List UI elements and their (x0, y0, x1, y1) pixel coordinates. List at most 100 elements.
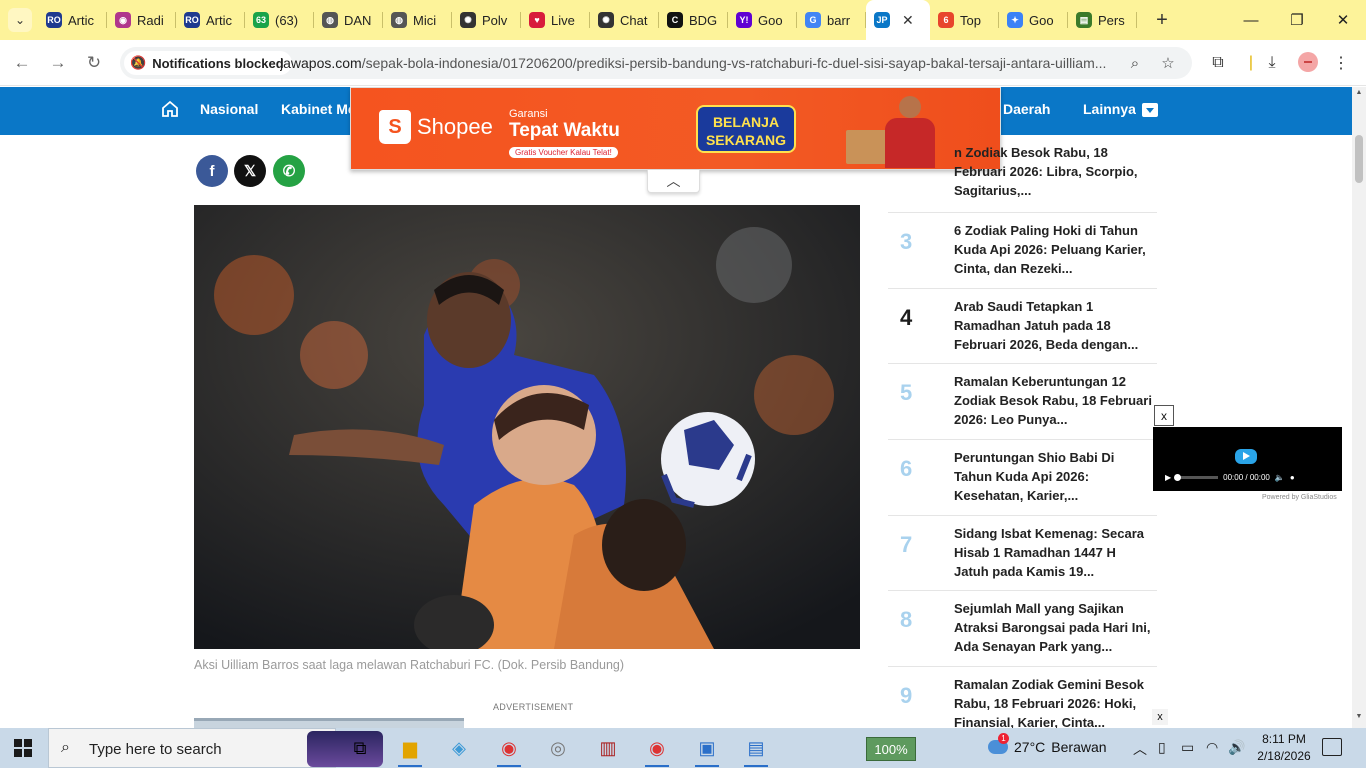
trending-title[interactable]: Sidang Isbat Kemenag: Secara Hisab 1 Ram… (954, 524, 1152, 581)
video-progress-bar[interactable] (1174, 473, 1219, 481)
clock[interactable]: 8:11 PM 2/18/2026 (1256, 731, 1312, 765)
notification-center-icon[interactable] (1322, 738, 1342, 756)
extensions-icon[interactable]: ⧉ (1207, 52, 1229, 74)
ad-cta-button[interactable]: BELANJA SEKARANG (696, 105, 796, 153)
photos-icon[interactable]: ▣ (689, 732, 725, 767)
trending-title[interactable]: Sejumlah Mall yang Sajikan Atraksi Baron… (954, 599, 1152, 656)
browser-tab[interactable]: ▤ Pers (1068, 0, 1137, 40)
trending-item[interactable]: 7 Sidang Isbat Kemenag: Secara Hisab 1 Ra… (888, 516, 1157, 592)
trending-item[interactable]: 3 6 Zodiak Paling Hoki di Tahun Kuda Api … (888, 213, 1157, 289)
notifications-blocked-chip[interactable]: 🔕 Notifications blocked (124, 51, 292, 75)
zoom-level[interactable]: 100% (866, 737, 916, 761)
ad-slot[interactable] (194, 718, 464, 728)
search-icon: ⌕ (61, 739, 70, 756)
mute-icon[interactable]: 🔈 (1275, 473, 1285, 482)
page-scrollbar[interactable]: ▲ ▼ (1352, 87, 1366, 728)
task-view-icon[interactable]: ⧉ (342, 732, 378, 764)
video-close-button[interactable]: x (1154, 405, 1174, 426)
browser-tab[interactable]: C BDG (659, 0, 728, 40)
ad-close-button[interactable]: x (1152, 709, 1168, 725)
browser-tab[interactable]: ✺ Chat (590, 0, 659, 40)
browser-tab[interactable]: RO Artic (38, 0, 107, 40)
trending-title[interactable]: Ramalan Keberuntungan 12 Zodiak Besok Ra… (954, 372, 1152, 429)
browser-tab[interactable]: ◉ Radi (107, 0, 176, 40)
address-bar[interactable]: 🔕 Notifications blocked jawapos.com/sepa… (120, 47, 1192, 79)
chevron-up-icon[interactable]: ︿ (1133, 739, 1147, 759)
home-icon[interactable] (161, 100, 179, 118)
tab-search-button[interactable]: ⌄ (8, 8, 32, 32)
nav-nasional[interactable]: Nasional (200, 101, 258, 117)
zoom-icon[interactable]: ⌕ (1125, 53, 1145, 73)
trending-title[interactable]: Arab Saudi Tetapkan 1 Ramadhan Jatuh pad… (954, 297, 1152, 354)
restore-button[interactable]: ❐ (1274, 0, 1320, 40)
browser-tab[interactable]: ◍ Mici (383, 0, 452, 40)
browser-tab[interactable]: Gbarr (797, 0, 866, 40)
trending-title[interactable]: Peruntungan Shio Babi Di Tahun Kuda Api … (954, 448, 1152, 505)
browser-tab[interactable]: 63 (63) (245, 0, 314, 40)
scroll-up-icon[interactable]: ▲ (1355, 89, 1363, 96)
trending-item[interactable]: 5 Ramalan Keberuntungan 12 Zodiak Besok R… (888, 364, 1157, 441)
browser-tab[interactable]: RO Artic (176, 0, 245, 40)
nav-daerah[interactable]: Daerah (1003, 101, 1050, 117)
phone-link-icon[interactable]: ▯ (1158, 739, 1166, 756)
chrome-profile-icon[interactable]: ◉ (639, 732, 675, 767)
browser-tab[interactable]: ♥ Live (521, 0, 590, 40)
new-tab-button[interactable]: + (1150, 8, 1174, 32)
trending-item[interactable]: 8 Sejumlah Mall yang Sajikan Atraksi Baro… (888, 591, 1157, 668)
bookmark-star-icon[interactable]: ☆ (1158, 53, 1178, 73)
download-icon[interactable]: ⤓ (1261, 52, 1283, 74)
browser-tab[interactable]: 6 Top (930, 0, 999, 40)
windows-start-icon[interactable] (14, 739, 32, 757)
wifi-icon[interactable]: ◠ (1206, 739, 1218, 756)
photo-caption: Aksi Uilliam Barros saat laga melawan Ra… (194, 658, 625, 672)
profile-avatar[interactable] (1298, 52, 1318, 72)
facebook-share-button[interactable]: f (196, 155, 228, 187)
forward-button[interactable]: → (46, 51, 70, 75)
weather-widget[interactable]: 1 27°C Berawan (988, 733, 1107, 755)
clock-time: 8:11 PM (1262, 732, 1306, 746)
trending-item[interactable]: 9 Ramalan Zodiak Gemini Besok Rabu, 18 Fe… (888, 667, 1157, 728)
fullscreen-dot-icon[interactable]: ● (1290, 473, 1295, 482)
chrome-icon[interactable]: ◉ (491, 732, 527, 767)
video-player[interactable]: ▶ 00:00 / 00:00 🔈 ● (1153, 427, 1342, 491)
nav-lainnya-label: Lainnya (1083, 101, 1136, 117)
browser-tab[interactable]: Y! Goo (728, 0, 797, 40)
menu-kebab-icon[interactable]: ⋮ (1330, 52, 1352, 74)
browser-tab[interactable]: ◍ DAN (314, 0, 383, 40)
trending-item[interactable]: n Zodiak Besok Rabu, 18 Februari 2026: L… (888, 145, 1157, 213)
scroll-thumb[interactable] (1355, 135, 1363, 183)
back-button[interactable]: ← (10, 51, 34, 75)
whatsapp-share-button[interactable]: ✆ (273, 155, 305, 187)
trending-item[interactable]: 4 Arab Saudi Tetapkan 1 Ramadhan Jatuh pa… (888, 289, 1157, 365)
shopee-bag-icon: S (379, 110, 411, 144)
browser-tab[interactable]: ✦ Goo (999, 0, 1068, 40)
browser-tab[interactable]: ✺ Polv (452, 0, 521, 40)
volume-icon[interactable]: 🔊 (1228, 739, 1245, 756)
paint-icon[interactable]: ▤ (738, 732, 774, 767)
reload-button[interactable]: ↻ (82, 51, 106, 75)
minimize-button[interactable]: — (1228, 0, 1274, 40)
collapse-ad-button[interactable]: ︿ (647, 170, 700, 193)
trending-title[interactable]: 6 Zodiak Paling Hoki di Tahun Kuda Api 2… (954, 221, 1152, 278)
big-play-icon[interactable] (1235, 449, 1257, 464)
url-domain: jawapos.com (280, 55, 362, 71)
scroll-down-icon[interactable]: ▼ (1355, 713, 1363, 720)
file-explorer-icon[interactable]: ▆ (392, 732, 428, 767)
x-share-button[interactable]: 𝕏 (234, 155, 266, 187)
app-icon-1[interactable]: ◈ (441, 732, 477, 764)
battery-icon[interactable]: ▭ (1181, 739, 1194, 756)
jawapos-icon: JP (874, 12, 890, 28)
browser-tab[interactable]: JP ✕ (866, 0, 930, 40)
app-icon-2[interactable]: ◎ (540, 732, 576, 764)
nav-lainnya[interactable]: Lainnya (1083, 101, 1158, 118)
play-icon[interactable]: ▶ (1165, 473, 1171, 482)
trending-item[interactable]: 6 Peruntungan Shio Babi Di Tahun Kuda Api… (888, 440, 1157, 516)
taskbar-search[interactable]: ⌕ Type here to search (48, 728, 383, 768)
url-text[interactable]: jawapos.com/sepak-bola-indonesia/0172062… (280, 55, 1120, 71)
close-window-button[interactable]: ✕ (1320, 0, 1366, 40)
nav-kabinet[interactable]: Kabinet Me (281, 101, 356, 117)
close-tab-icon[interactable]: ✕ (902, 12, 914, 29)
trending-title[interactable]: n Zodiak Besok Rabu, 18 Februari 2026: L… (954, 143, 1152, 200)
winrar-icon[interactable]: ▥ (590, 732, 626, 764)
trending-title[interactable]: Ramalan Zodiak Gemini Besok Rabu, 18 Feb… (954, 675, 1152, 728)
